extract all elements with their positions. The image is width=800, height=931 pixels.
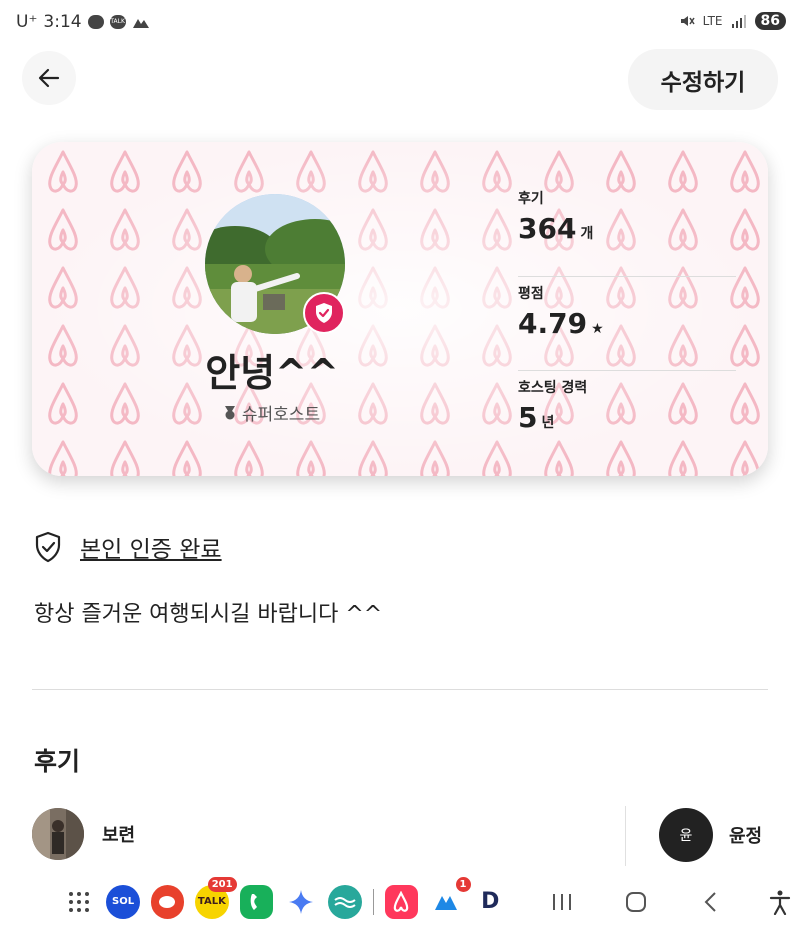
clock: 3:14: [43, 12, 82, 32]
mute-icon: [680, 16, 695, 26]
sol-bank-icon[interactable]: SOL: [106, 884, 140, 919]
apps-grid-icon[interactable]: [62, 885, 95, 919]
accessibility-icon[interactable]: [761, 882, 800, 922]
kakaotalk-label: TALK: [197, 896, 226, 907]
airbnb-app-icon[interactable]: [384, 884, 419, 919]
identity-verified[interactable]: 본인 인증 완료: [34, 530, 222, 564]
network-type: LTE: [702, 14, 723, 28]
chat-app-icon[interactable]: [150, 884, 185, 919]
reviews-title: 후기: [34, 747, 81, 776]
phone-app-icon[interactable]: [239, 884, 273, 919]
stat-number: 4.79: [518, 307, 588, 340]
review-card[interactable]: 보련: [32, 808, 135, 860]
stat-number: 5: [518, 401, 538, 434]
status-right: LTE 86: [679, 12, 786, 30]
edit-profile-button[interactable]: 수정하기: [628, 49, 778, 110]
arrow-left-icon: [38, 68, 60, 88]
notification-count: 201: [207, 876, 237, 892]
gemini-app-icon[interactable]: [284, 885, 317, 919]
reviewer-avatar: [32, 808, 84, 860]
kakaotalk-icon: TALK: [109, 15, 126, 29]
host-name: 안녕^^: [205, 351, 339, 395]
stat-label: 평점: [518, 286, 544, 302]
stat-value: 364 개: [518, 212, 736, 245]
star-icon: ★: [591, 321, 604, 337]
mountain-icon: [132, 19, 149, 28]
host-stats: 후기 364 개 평점 4.79 ★ 호스팅 경력 5 년: [518, 182, 736, 464]
identity-verified-link[interactable]: 본인 인증 완료: [80, 530, 222, 564]
message-icon: [87, 15, 104, 29]
status-bar: U⁺ 3:14 TALK LTE 86: [0, 0, 800, 48]
stat-value: 5 년: [518, 401, 736, 434]
d-app-icon[interactable]: D: [474, 885, 507, 919]
reviewer-avatar: 윤: [659, 808, 713, 862]
divider: [32, 689, 768, 690]
wave-app-icon[interactable]: [328, 884, 362, 919]
stat-rating: 평점 4.79 ★: [518, 276, 736, 370]
stat-hosting-years: 호스팅 경력 5 년: [518, 370, 736, 464]
stat-value: 4.79 ★: [518, 307, 736, 340]
verified-badge: [303, 292, 345, 334]
home-icon[interactable]: [616, 882, 655, 922]
medal-icon: [224, 405, 235, 419]
reviewer-name: 윤정: [729, 826, 763, 847]
status-left: U⁺ 3:14 TALK: [16, 12, 150, 32]
stat-unit: 개: [580, 226, 594, 242]
stat-reviews: 후기 364 개: [518, 182, 736, 276]
m-app-icon[interactable]: 1: [429, 876, 471, 919]
kakaotalk-app-icon[interactable]: TALK 201: [195, 876, 237, 919]
back-nav-icon[interactable]: [690, 882, 729, 922]
review-card[interactable]: 윤 윤정: [659, 808, 762, 862]
battery-indicator: 86: [754, 12, 786, 30]
profile-card: 안녕^^ 슈퍼호스트 후기 364 개 평점 4.79 ★ 호스팅 경력 5 년: [32, 142, 768, 476]
review-separator: [625, 806, 626, 866]
stat-number: 364: [518, 212, 577, 245]
shield-check-icon: [35, 531, 61, 563]
reviewer-name: 보련: [102, 825, 136, 846]
carrier: U⁺: [16, 12, 38, 32]
stat-label: 호스팅 경력: [518, 380, 588, 396]
stat-unit: 년: [541, 415, 555, 431]
notification-count: 1: [455, 876, 471, 892]
back-button[interactable]: [22, 51, 76, 105]
recent-apps-icon[interactable]: [542, 882, 581, 922]
superhost-label: 슈퍼호스트: [241, 405, 321, 425]
host-avatar-wrapper: [205, 194, 345, 334]
taskbar-separator: [372, 888, 374, 915]
host-intro: 항상 즐거운 여행되시길 바랍니다 ^^: [34, 602, 383, 627]
reviewer-photo: [32, 808, 84, 860]
shield-check-icon: [316, 303, 332, 323]
taskbar: SOL TALK 201 1 D: [0, 872, 800, 931]
stat-label: 후기: [518, 191, 544, 207]
signal-icon: [731, 15, 746, 28]
superhost-badge: 슈퍼호스트: [172, 400, 372, 425]
